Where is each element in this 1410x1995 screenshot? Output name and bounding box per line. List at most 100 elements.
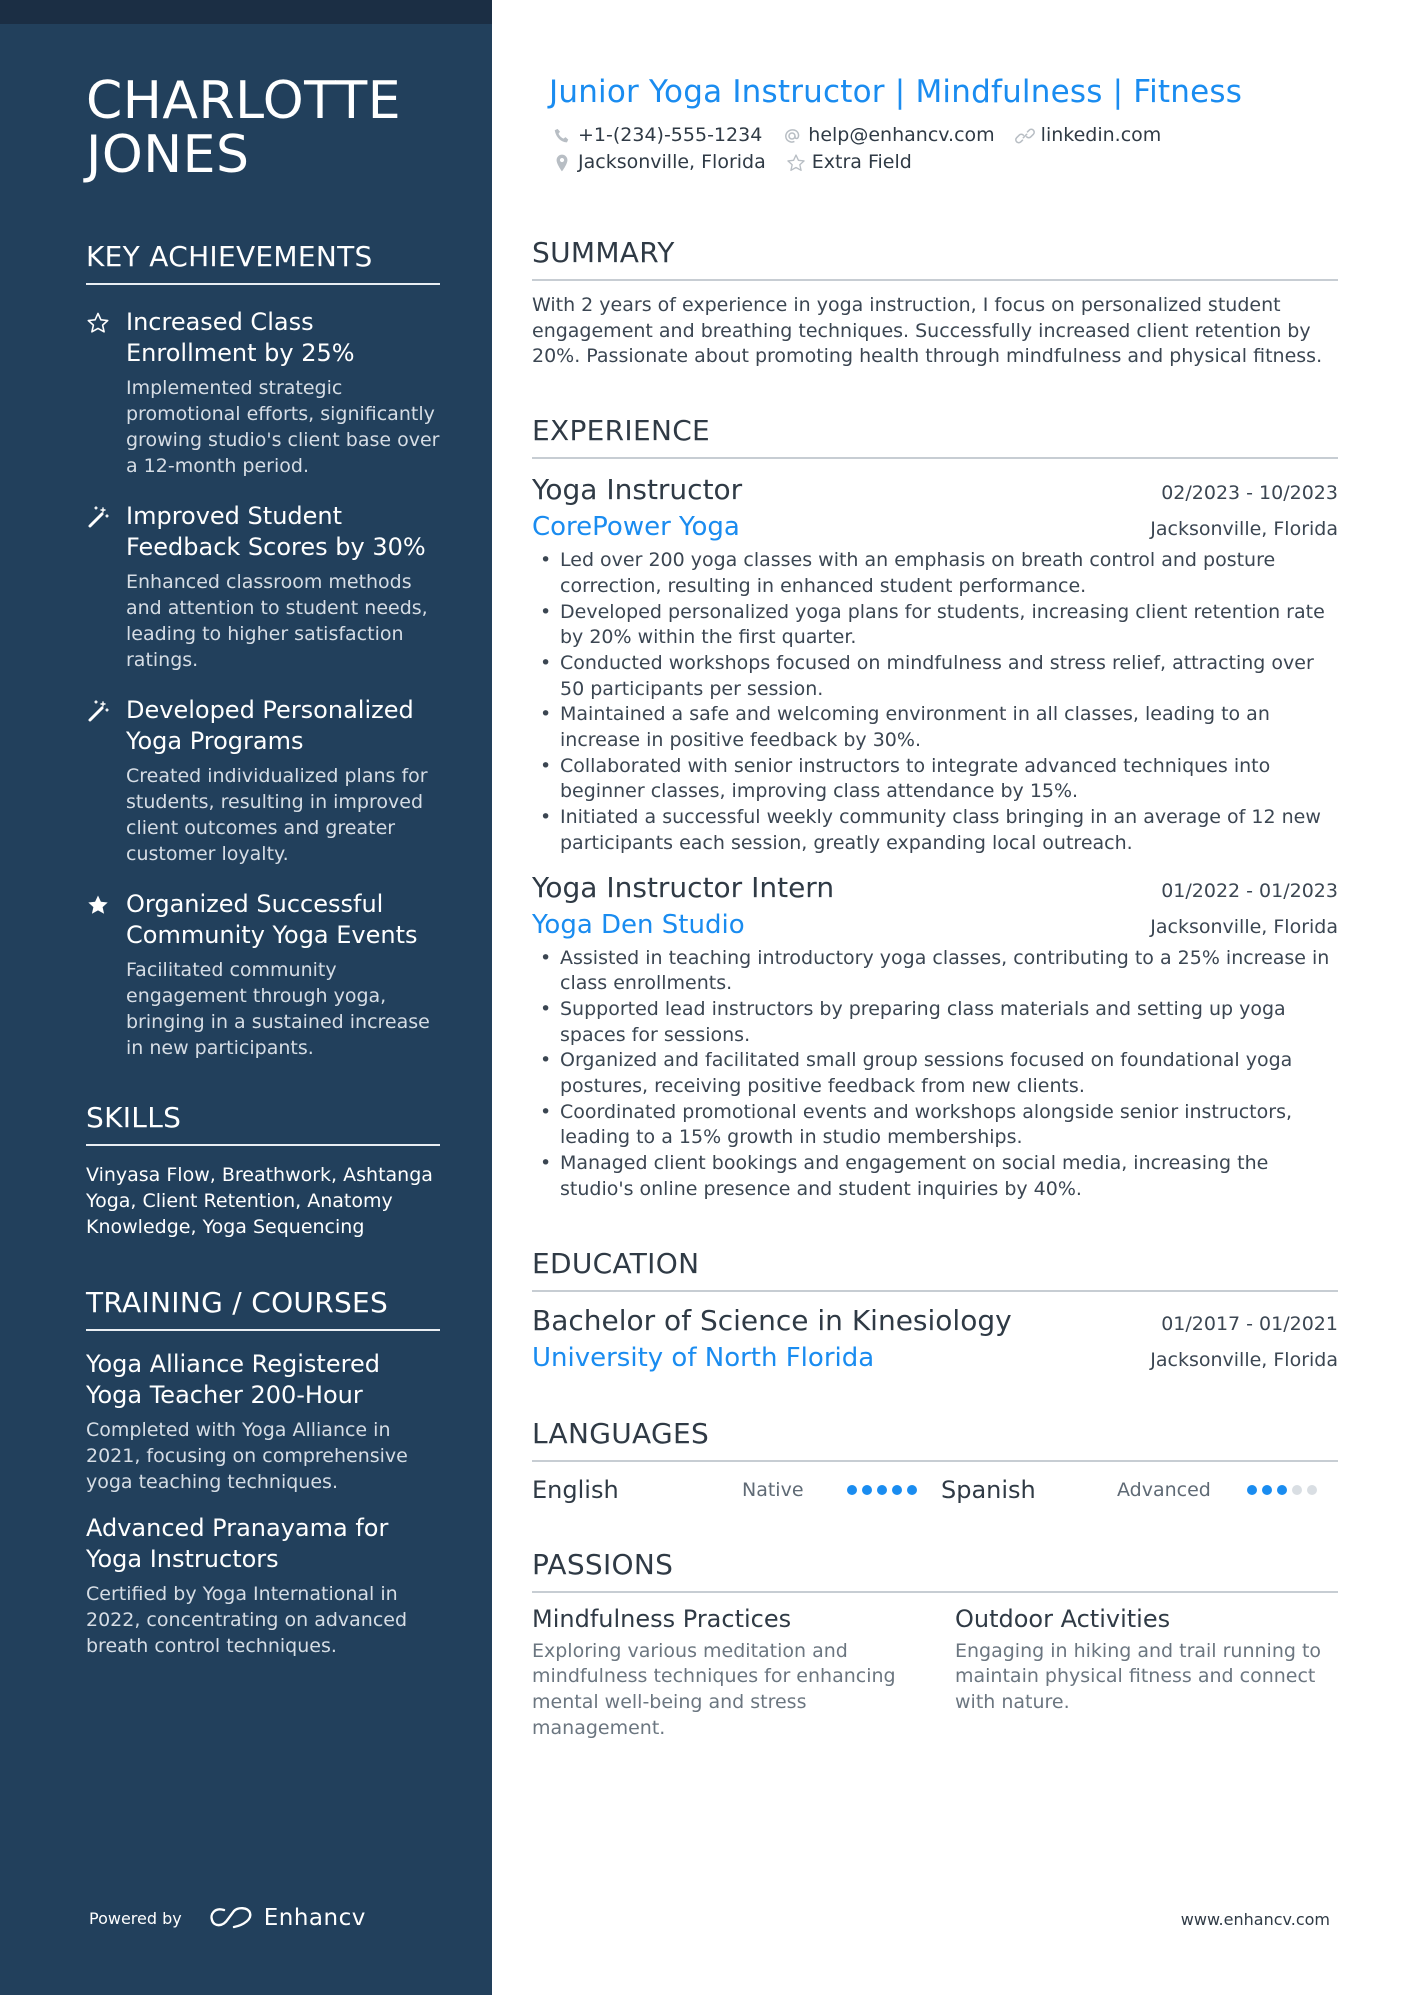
- achievement-desc: Implemented strategic promotional effort…: [126, 377, 440, 477]
- job-bullets: Led over 200 yoga classes with an emphas…: [532, 548, 1338, 856]
- email-text[interactable]: help@enhancv.com: [808, 122, 994, 149]
- job-title: Yoga Instructor Intern: [532, 870, 835, 904]
- achievement-item: Developed Personalized Yoga Programs Cre…: [86, 695, 440, 867]
- headline: Junior Yoga Instructor | Mindfulness | F…: [549, 74, 1243, 110]
- name-last: JONES: [86, 125, 250, 185]
- phone-text[interactable]: +1-(234)-555-1234: [578, 122, 762, 149]
- rating-dot-filled: [1247, 1484, 1257, 1495]
- rating-dot-filled: [892, 1484, 902, 1495]
- enhancv-logo[interactable]: Enhancv: [208, 1905, 366, 1931]
- education-heading: EDUCATION: [532, 1247, 1338, 1292]
- location-item: Jacksonville, Florida: [552, 149, 766, 176]
- training-heading: TRAINING / COURSES: [86, 1286, 440, 1331]
- job-bullet: Collaborated with senior instructors to …: [532, 754, 1338, 805]
- job-title: Yoga Instructor: [532, 473, 743, 507]
- rating-dot-empty: [1292, 1484, 1302, 1495]
- passions-heading: PASSIONS: [532, 1548, 1338, 1593]
- candidate-name: CHARLOTTE JONES: [86, 74, 440, 182]
- school: University of North Florida: [532, 1342, 875, 1373]
- at-icon: [785, 128, 800, 143]
- powered-by: Powered by Enhancv: [89, 1905, 366, 1931]
- rating-dot-filled: [877, 1484, 887, 1495]
- language-item: Spanish Advanced: [935, 1476, 1338, 1504]
- course-title: Yoga Alliance Registered Yoga Teacher 20…: [86, 1350, 380, 1409]
- email-item: help@enhancv.com: [782, 122, 995, 149]
- passion-item: Outdoor Activities Engaging in hiking an…: [955, 1605, 1338, 1742]
- job-dates: 01/2022 - 01/2023: [1161, 879, 1338, 902]
- job-bullet: Maintained a safe and welcoming environm…: [532, 702, 1338, 753]
- course-desc: Certified by Yoga International in 2022,…: [86, 1583, 408, 1657]
- course-desc: Completed with Yoga Alliance in 2021, fo…: [86, 1419, 408, 1493]
- star-outline-icon: [87, 312, 109, 333]
- achievements-heading: KEY ACHIEVEMENTS: [86, 240, 440, 285]
- language-rating: [1247, 1484, 1317, 1495]
- star-filled-icon: [88, 895, 108, 914]
- job-bullet: Assisted in teaching introductory yoga c…: [532, 946, 1338, 997]
- passions-section: PASSIONS Mindfulness Practices Exploring…: [532, 1548, 1338, 1742]
- course-item: Yoga Alliance Registered Yoga Teacher 20…: [86, 1349, 440, 1495]
- summary-text: With 2 years of experience in yoga instr…: [532, 294, 1323, 368]
- course-title: Advanced Pranayama for Yoga Instructors: [86, 1514, 389, 1573]
- degree: Bachelor of Science in Kinesiology: [532, 1303, 1012, 1337]
- job-location: Jacksonville, Florida: [1150, 915, 1338, 938]
- extra-field-text: Extra Field: [811, 151, 912, 173]
- footer-url[interactable]: www.enhancv.com: [1181, 1910, 1330, 1929]
- link-icon: [1014, 128, 1035, 143]
- linkedin-text[interactable]: linkedin.com: [1041, 122, 1162, 149]
- enhancv-logo-icon: [210, 1907, 252, 1929]
- rating-dot-empty: [1307, 1484, 1317, 1495]
- job-dates: 02/2023 - 10/2023: [1161, 482, 1338, 505]
- language-name: Spanish: [941, 1475, 1036, 1504]
- education-location: Jacksonville, Florida: [1150, 1348, 1338, 1371]
- achievement-item: Organized Successful Community Yoga Even…: [86, 889, 440, 1061]
- achievement-desc: Enhanced classroom methods and attention…: [126, 571, 428, 671]
- job-bullet: Coordinated promotional events and works…: [532, 1100, 1338, 1151]
- rating-dot-filled: [907, 1484, 917, 1495]
- languages-heading: LANGUAGES: [532, 1417, 1338, 1462]
- language-level: Native: [742, 1478, 804, 1501]
- job-entry: Yoga Instructor 02/2023 - 10/2023 CorePo…: [532, 473, 1338, 856]
- passion-title: Outdoor Activities: [955, 1604, 1171, 1633]
- languages-section: LANGUAGES English Native Spanish Advance…: [532, 1417, 1338, 1504]
- skills-heading: SKILLS: [86, 1101, 440, 1146]
- job-bullet: Initiated a successful weekly community …: [532, 805, 1338, 856]
- passion-title: Mindfulness Practices: [532, 1604, 792, 1633]
- achievement-desc: Created individualized plans for student…: [126, 765, 428, 865]
- job-bullet: Supported lead instructors by preparing …: [532, 997, 1338, 1048]
- job-bullet: Managed client bookings and engagement o…: [532, 1151, 1338, 1202]
- experience-heading: EXPERIENCE: [532, 414, 1338, 460]
- linkedin-item: linkedin.com: [1014, 122, 1162, 149]
- language-item: English Native: [532, 1476, 935, 1504]
- passion-item: Mindfulness Practices Exploring various …: [532, 1605, 915, 1742]
- job-bullet: Conducted workshops focused on mindfulne…: [532, 651, 1338, 702]
- job-entry: Yoga Instructor Intern 01/2022 - 01/2023…: [532, 871, 1338, 1203]
- extra-field-item: Extra Field: [786, 149, 912, 176]
- powered-by-label: Powered by: [89, 1908, 182, 1928]
- job-bullet: Developed personalized yoga plans for st…: [532, 600, 1338, 651]
- magic-wand-icon: [88, 506, 109, 528]
- job-company: Yoga Den Studio: [532, 909, 745, 940]
- achievement-title: Developed Personalized Yoga Programs: [126, 696, 414, 755]
- main-content: Junior Yoga Instructor | Mindfulness | F…: [532, 74, 1338, 1741]
- education-section: EDUCATION Bachelor of Science in Kinesio…: [532, 1247, 1338, 1373]
- course-item: Advanced Pranayama for Yoga Instructors …: [86, 1513, 440, 1659]
- achievement-desc: Facilitated community engagement through…: [126, 959, 430, 1059]
- achievement-item: Improved Student Feedback Scores by 30% …: [86, 501, 440, 673]
- education-dates: 01/2017 - 01/2021: [1161, 1312, 1338, 1335]
- job-bullet: Led over 200 yoga classes with an emphas…: [532, 548, 1338, 599]
- location-text: Jacksonville, Florida: [578, 151, 766, 173]
- passion-desc: Engaging in hiking and trail running to …: [955, 1639, 1322, 1713]
- experience-section: EXPERIENCE Yoga Instructor 02/2023 - 10/…: [532, 414, 1338, 1202]
- language-rating: [847, 1484, 917, 1495]
- achievement-title: Improved Student Feedback Scores by 30%: [126, 502, 426, 561]
- achievement-title: Increased Class Enrollment by 25%: [126, 308, 355, 367]
- achievement-item: Increased Class Enrollment by 25% Implem…: [86, 307, 440, 479]
- location-pin-icon: [556, 154, 568, 171]
- name-first: CHARLOTTE: [86, 71, 402, 131]
- summary-section: SUMMARY With 2 years of experience in yo…: [532, 236, 1338, 370]
- job-location: Jacksonville, Florida: [1150, 518, 1338, 541]
- phone-icon: [554, 128, 569, 142]
- summary-heading: SUMMARY: [532, 236, 1338, 281]
- sidebar-top-bar: [0, 0, 492, 24]
- language-level: Advanced: [1117, 1478, 1211, 1501]
